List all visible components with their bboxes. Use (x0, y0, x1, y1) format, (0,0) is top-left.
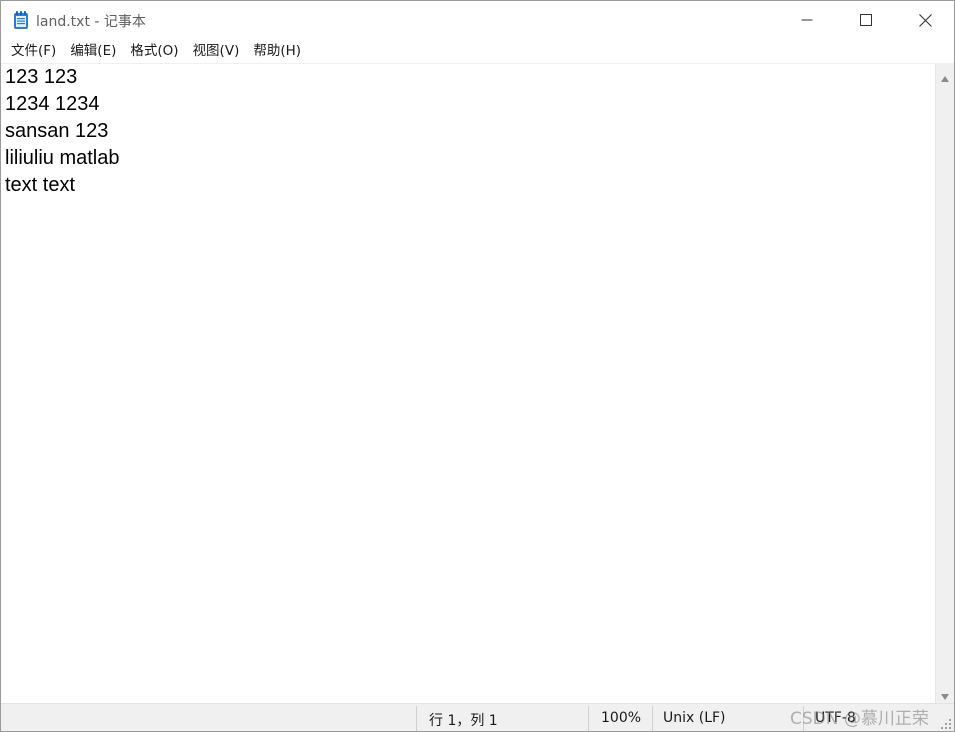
notepad-window: land.txt - 记事本 文件(F) 编辑(E) 格式(O) 视图(V) 帮… (0, 0, 955, 732)
status-divider (588, 706, 589, 731)
minimize-button[interactable] (778, 1, 836, 39)
window-title: land.txt - 记事本 (36, 14, 146, 30)
watermark: CSDN @慕川正荣 (790, 709, 929, 729)
text-line: 1234 1234 (5, 93, 100, 115)
vertical-scrollbar[interactable] (935, 64, 954, 703)
title-bar[interactable]: land.txt - 记事本 (1, 1, 954, 39)
maximize-icon (860, 14, 872, 26)
status-divider (652, 706, 653, 731)
text-line: sansan 123 (5, 120, 109, 142)
line-ending: Unix (LF) (663, 710, 726, 726)
menu-bar: 文件(F) 编辑(E) 格式(O) 视图(V) 帮助(H) (1, 39, 954, 63)
menu-format[interactable]: 格式(O) (123, 39, 185, 63)
menu-view[interactable]: 视图(V) (186, 39, 247, 63)
menu-help[interactable]: 帮助(H) (246, 39, 308, 63)
menu-file[interactable]: 文件(F) (4, 39, 63, 63)
text-line: text text (5, 174, 76, 196)
cursor-position: 行 1，列 1 (429, 713, 498, 729)
close-button[interactable] (896, 1, 954, 39)
text-line: liliuliu matlab (5, 147, 120, 169)
text-line: 123 123 (5, 66, 78, 88)
scroll-up-arrow-icon[interactable] (940, 69, 950, 82)
close-icon (918, 13, 932, 27)
minimize-icon (801, 14, 813, 26)
zoom-level: 100% (601, 710, 642, 726)
status-divider (416, 706, 417, 731)
menu-edit[interactable]: 编辑(E) (63, 39, 123, 63)
maximize-button[interactable] (837, 1, 895, 39)
notepad-icon (12, 10, 30, 30)
resize-grip-icon[interactable] (940, 718, 952, 730)
scroll-down-arrow-icon[interactable] (940, 687, 950, 700)
text-editor-area[interactable]: 123 123 1234 1234 sansan 123 liliuliu ma… (1, 64, 935, 703)
